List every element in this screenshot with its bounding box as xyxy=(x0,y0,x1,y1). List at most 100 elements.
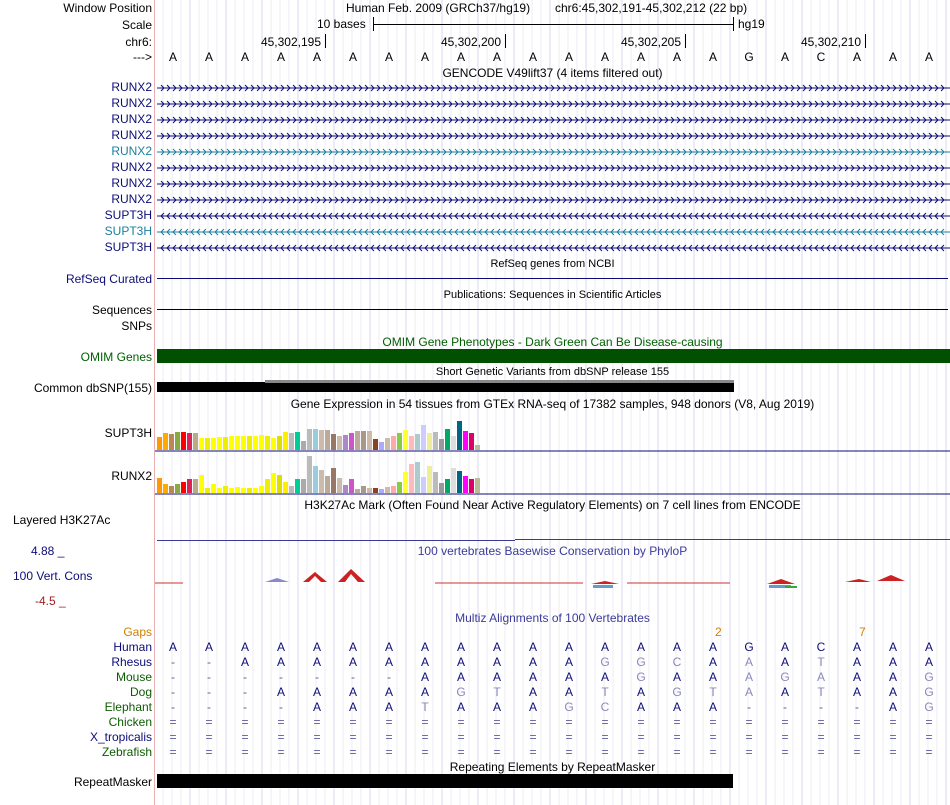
multiz-species-label[interactable]: Chicken xyxy=(0,715,152,729)
omim-feature-bar[interactable] xyxy=(157,349,950,363)
h3k27ac-title: H3K27Ac Mark (Often Found Near Active Re… xyxy=(304,498,801,512)
multiz-base: A xyxy=(312,640,321,654)
gencode-item-line[interactable] xyxy=(157,82,950,94)
gencode-item-line[interactable] xyxy=(157,162,950,174)
multiz-base: = xyxy=(637,715,645,729)
multiz-base: = xyxy=(385,730,393,744)
gtex-tissue-bar xyxy=(271,473,276,493)
gencode-item-label[interactable]: RUNX2 xyxy=(0,80,152,94)
multiz-species-label[interactable]: Mouse xyxy=(0,670,152,684)
multiz-species-label[interactable]: Elephant xyxy=(0,700,152,714)
multiz-base: A xyxy=(852,685,861,699)
omim-label[interactable]: OMIM Genes xyxy=(0,350,152,364)
multiz-base: = xyxy=(421,745,429,759)
multiz-species-label[interactable]: Rhesus xyxy=(0,655,152,669)
multiz-base: - xyxy=(171,685,175,699)
scale-bar-left-tick xyxy=(373,17,374,31)
gtex-tissue-bar xyxy=(169,434,174,450)
multiz-base: A xyxy=(384,640,393,654)
multiz-base: = xyxy=(457,730,465,744)
multiz-base: A xyxy=(780,640,789,654)
multiz-base: = xyxy=(421,730,429,744)
gtex-bar-chart[interactable] xyxy=(155,410,950,500)
gtex-tissue-bar xyxy=(463,476,468,493)
gencode-item-label[interactable]: RUNX2 xyxy=(0,96,152,110)
scale-bar-right-tick xyxy=(733,17,734,31)
multiz-base: = xyxy=(565,745,573,759)
dbsnp-title: Short Genetic Variants from dbSNP releas… xyxy=(435,366,670,378)
multiz-base: = xyxy=(709,745,717,759)
multiz-base: A xyxy=(636,700,645,714)
repeatmasker-label[interactable]: RepeatMasker xyxy=(0,775,152,789)
multiz-base: = xyxy=(349,730,357,744)
gtex-tissue-bar xyxy=(235,436,240,450)
multiz-base: A xyxy=(708,670,717,684)
gencode-item-line[interactable] xyxy=(157,114,950,126)
ruler-tick-mark xyxy=(685,34,686,48)
gtex-tissue-bar xyxy=(211,438,216,450)
pubs-label[interactable]: Sequences xyxy=(0,303,152,317)
multiz-base: = xyxy=(529,715,537,729)
gencode-item-label[interactable]: SUPT3H xyxy=(0,224,152,238)
gtex-tissue-bar xyxy=(193,479,198,493)
gtex-tissue-bar xyxy=(199,475,204,493)
gencode-item-line[interactable] xyxy=(157,226,950,238)
reference-base: A xyxy=(240,50,249,64)
dbsnp-label[interactable]: Common dbSNP(155) xyxy=(0,381,152,395)
gencode-item-label[interactable]: SUPT3H xyxy=(0,208,152,222)
ruler-tick-mark xyxy=(505,34,506,48)
reference-base: A xyxy=(780,50,789,64)
multiz-base: = xyxy=(889,715,897,729)
multiz-species-label[interactable]: X_tropicalis xyxy=(0,730,152,744)
dbsnp-feature-bar[interactable] xyxy=(157,382,734,392)
gencode-item-label[interactable]: RUNX2 xyxy=(0,176,152,190)
multiz-base: A xyxy=(348,640,357,654)
phylop-label[interactable]: 100 Vert. Cons xyxy=(13,569,92,583)
gencode-item-label[interactable]: RUNX2 xyxy=(0,128,152,142)
gencode-item-label[interactable]: RUNX2 xyxy=(0,192,152,206)
multiz-title: Multiz Alignments of 100 Vertebrates xyxy=(455,611,650,625)
multiz-base: A xyxy=(168,640,177,654)
gtex-tissue-bar xyxy=(325,430,330,450)
gencode-item-line[interactable] xyxy=(157,146,950,158)
gencode-item-line[interactable] xyxy=(157,178,950,190)
multiz-base: = xyxy=(925,715,933,729)
multiz-base: A xyxy=(492,670,501,684)
phylop-title: 100 vertebrates Basewise Conservation by… xyxy=(417,544,688,558)
multiz-species-label[interactable]: Human xyxy=(0,640,152,654)
repeatmasker-feature-bar[interactable] xyxy=(157,774,733,788)
ruler-tick-label: 45,302,195 xyxy=(260,35,321,49)
multiz-base: - xyxy=(279,700,283,714)
h3k27ac-label[interactable]: Layered H3K27Ac xyxy=(13,513,110,527)
gencode-item-line[interactable] xyxy=(157,242,950,254)
multiz-base: = xyxy=(781,730,789,744)
gtex-tissue-bar xyxy=(181,432,186,450)
gencode-item-line[interactable] xyxy=(157,98,950,110)
multiz-base: A xyxy=(672,700,681,714)
gencode-item-line[interactable] xyxy=(157,210,950,222)
gencode-item-line[interactable] xyxy=(157,194,950,206)
multiz-species-label[interactable]: Zebrafish xyxy=(0,745,152,759)
gencode-item-label[interactable]: SUPT3H xyxy=(0,240,152,254)
gencode-item-label[interactable]: RUNX2 xyxy=(0,144,152,158)
gtex-tissue-bar xyxy=(397,482,402,493)
multiz-base: A xyxy=(276,685,285,699)
multiz-base: T xyxy=(709,685,717,699)
multiz-base: A xyxy=(420,670,429,684)
multiz-base: - xyxy=(243,670,247,684)
ruler-tick-label: 45,302,200 xyxy=(440,35,501,49)
gencode-item-label[interactable]: RUNX2 xyxy=(0,112,152,126)
gtex-tissue-bar xyxy=(475,478,480,493)
gtex-tissue-bar xyxy=(325,476,330,493)
gencode-item-label[interactable]: RUNX2 xyxy=(0,160,152,174)
gtex-tissue-bar xyxy=(163,433,168,450)
multiz-base: = xyxy=(349,715,357,729)
gtex-gene-label-supt3h[interactable]: SUPT3H xyxy=(0,426,152,440)
gtex-gene-label-runx2[interactable]: RUNX2 xyxy=(0,469,152,483)
gtex-tissue-bar xyxy=(247,436,252,450)
gtex-tissue-bar xyxy=(331,468,336,493)
multiz-species-label[interactable]: Dog xyxy=(0,685,152,699)
gencode-item-line[interactable] xyxy=(157,130,950,142)
multiz-base: - xyxy=(243,685,247,699)
refseq-label[interactable]: RefSeq Curated xyxy=(0,272,152,286)
